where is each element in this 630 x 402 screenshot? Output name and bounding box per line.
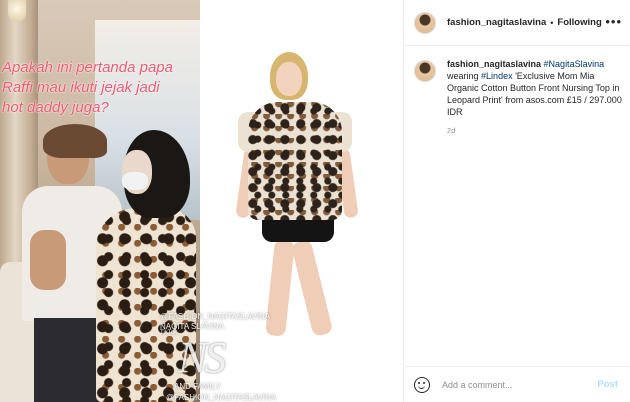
separator-dot: • (550, 17, 554, 28)
watermark-tiktok: TikTok (160, 330, 178, 336)
comment-input[interactable] (442, 379, 592, 390)
leopard-print-top (248, 102, 342, 220)
following-button[interactable]: Following (557, 17, 601, 28)
post-caption: fashion_nagitaslavina #NagitaSlavina wea… (414, 58, 624, 138)
add-comment-bar: Post (404, 366, 630, 402)
man-head-wrap (43, 124, 107, 158)
woman-mask (122, 172, 148, 190)
man-arm (30, 230, 66, 290)
man-legs (34, 318, 100, 402)
watermark-logo: NS (178, 333, 226, 382)
model-leg (265, 239, 295, 337)
caption-line: Apakah ini pertanda papa (2, 59, 173, 76)
model-face (276, 62, 302, 96)
hashtag-link[interactable]: #NagitaSlavina (544, 59, 605, 69)
avatar[interactable] (414, 60, 436, 82)
post-side-panel: fashion_nagitaslavina • Following ••• fa… (404, 0, 630, 402)
caption-line: Raffi mau ikuti jejak jadi (2, 79, 160, 96)
more-options-icon[interactable]: ••• (605, 15, 622, 28)
product-photo (235, 52, 366, 342)
header-username[interactable]: fashion_nagitaslavina (447, 17, 546, 28)
post-media[interactable]: Apakah ini pertanda papa Raffi mau ikuti… (0, 0, 404, 402)
post-timestamp[interactable]: 2d (447, 126, 622, 138)
emoji-icon[interactable] (414, 376, 430, 393)
caption-text-segment: wearing (447, 71, 479, 81)
post-button[interactable]: Post (597, 379, 618, 390)
avatar[interactable] (414, 11, 436, 34)
model-leg (290, 239, 334, 337)
watermark-family: AND FAMILY (174, 382, 221, 391)
watermark-handle-bottom: @FASHION_NAGITASLAVINA (166, 393, 277, 402)
caption-text: fashion_nagitaslavina #NagitaSlavina wea… (447, 58, 622, 138)
caption-username[interactable]: fashion_nagitaslavina (447, 59, 541, 69)
caption-line: hot daddy juga? (2, 99, 109, 116)
video-screenshot: Apakah ini pertanda papa Raffi mau ikuti… (0, 0, 200, 402)
lamp-decoration (8, 0, 26, 22)
video-caption: Apakah ini pertanda papa Raffi mau ikuti… (0, 58, 200, 118)
watermark-handle: @FASHION_NAGITASLAVINA (160, 312, 271, 321)
post-header: fashion_nagitaslavina • Following ••• (404, 0, 630, 46)
hashtag-link[interactable]: #Lindex (481, 71, 513, 81)
